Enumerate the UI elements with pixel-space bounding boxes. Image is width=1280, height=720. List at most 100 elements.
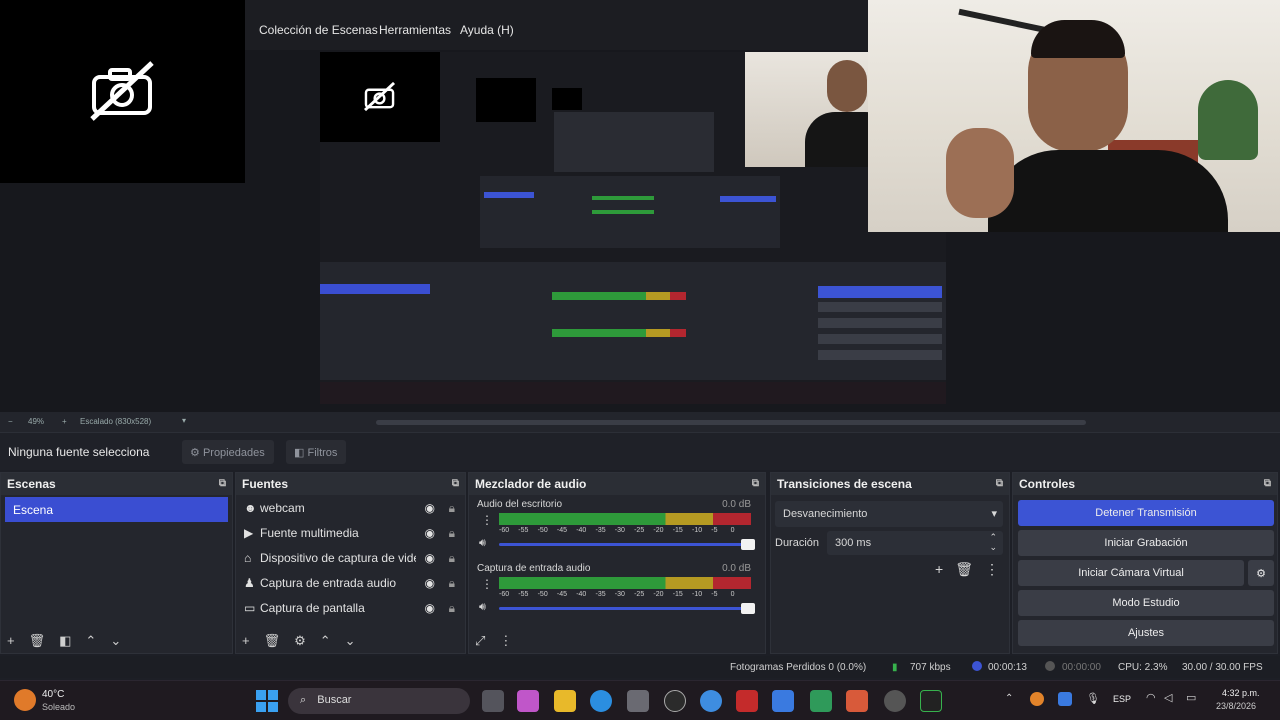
dock-float-icon[interactable]: ⧉ xyxy=(219,478,226,489)
start-virtual-camera-button[interactable]: Iniciar Cámara Virtual xyxy=(1018,560,1244,586)
eye-icon[interactable]: ◉ xyxy=(425,526,435,540)
remove-source-button[interactable]: 🗑 xyxy=(264,633,281,649)
meter-scale-label: -35 xyxy=(595,591,606,598)
preview-scrollbar[interactable] xyxy=(376,420,1086,425)
help-icon[interactable] xyxy=(700,690,722,712)
source-item[interactable]: ▭ Captura de pantalla ◉ 🔒︎ xyxy=(236,595,465,620)
properties-button[interactable]: ⚙ Propiedades xyxy=(182,440,274,464)
camera-app-icon[interactable] xyxy=(627,690,649,712)
nested-taskbar xyxy=(320,382,946,404)
source-item[interactable]: ⌂ Dispositivo de captura de video ◉ 🔒︎ xyxy=(236,545,465,570)
mixer-link-icon[interactable]: ⤢ xyxy=(475,633,485,649)
battery-icon[interactable]: ▭ xyxy=(1186,691,1196,704)
dock-float-icon[interactable]: ⧉ xyxy=(996,478,1003,489)
scale-dropdown-icon[interactable]: ▾ xyxy=(182,416,186,425)
sources-dock: Fuentes ⧉ ☻ webcam ◉ 🔒︎ ▶ Fuente multimedia ◉ 🔒… xyxy=(235,472,466,654)
studio-mode-button[interactable]: Modo Estudio xyxy=(1018,590,1274,616)
meter-scale-label: -5 xyxy=(711,591,718,598)
add-scene-button[interactable]: + xyxy=(7,633,15,649)
camera-icon: ⌂ xyxy=(244,551,252,565)
excel-icon[interactable] xyxy=(810,690,832,712)
move-down-button[interactable]: ⌄ xyxy=(110,633,121,649)
preview-canvas[interactable]: Colección de Escenas Herramientas Ayuda … xyxy=(0,0,1280,412)
lock-icon[interactable]: 🔒︎ xyxy=(449,601,455,616)
move-up-button[interactable]: ⌃ xyxy=(320,633,331,649)
dock-float-icon[interactable]: ⧉ xyxy=(1264,478,1271,489)
mixer-channel: Captura de entrada audio 0.0 dB ⋮ -60 -55 -50… xyxy=(469,563,765,623)
sources-toolbar: + 🗑 ⚙ ⌃ ⌄ xyxy=(242,633,356,649)
volume-slider-handle[interactable] xyxy=(741,603,755,614)
meter-scale-label: -25 xyxy=(634,527,645,534)
edge-browser-icon[interactable] xyxy=(590,690,612,712)
transition-select[interactable]: Desvanecimiento ▾ xyxy=(775,501,1003,527)
eye-icon[interactable]: ◉ xyxy=(425,601,435,615)
obs-icon[interactable] xyxy=(884,690,906,712)
source-item[interactable]: ☻ webcam ◉ 🔒︎ xyxy=(236,495,465,520)
eye-icon[interactable]: ◉ xyxy=(425,501,435,515)
microphone-icon[interactable]: 🎙 xyxy=(1086,692,1100,705)
source-item[interactable]: ▶ Fuente multimedia ◉ 🔒︎ xyxy=(236,520,465,545)
remove-transition-button[interactable]: 🗑 xyxy=(955,561,973,578)
spinner-arrows-icon[interactable]: ⌃ ⌄ xyxy=(989,532,997,552)
scene-filters-button[interactable]: ◧ xyxy=(59,633,71,649)
meter-scale-label: 0 xyxy=(730,527,735,534)
stop-stream-button[interactable]: Detener Transmisión xyxy=(1018,500,1274,526)
volume-slider-handle[interactable] xyxy=(741,539,755,550)
speaker-icon[interactable]: 🔊︎ xyxy=(479,601,486,614)
eye-icon[interactable]: ◉ xyxy=(425,551,435,565)
copilot-icon[interactable] xyxy=(517,690,539,712)
mail-icon[interactable] xyxy=(772,690,794,712)
mixer-menu-icon[interactable]: ⋮ xyxy=(499,633,512,649)
remove-scene-button[interactable]: 🗑 xyxy=(29,633,46,649)
wifi-icon[interactable]: ◠ xyxy=(1146,691,1156,704)
source-list: ☻ webcam ◉ 🔒︎ ▶ Fuente multimedia ◉ 🔒︎ ⌂ Disposit… xyxy=(236,495,465,620)
file-explorer-icon[interactable] xyxy=(554,690,576,712)
meter-scale-label: -55 xyxy=(518,527,529,534)
source-properties-button[interactable]: ⚙ xyxy=(294,633,306,649)
duration-spinbox[interactable]: 300 ms ⌃ ⌄ xyxy=(827,531,1003,555)
tray-app-icon[interactable] xyxy=(1030,692,1044,706)
move-down-button[interactable]: ⌄ xyxy=(345,633,356,649)
source-item[interactable]: ♟ Captura de entrada audio ◉ 🔒︎ xyxy=(236,570,465,595)
dock-float-icon[interactable]: ⧉ xyxy=(452,478,459,489)
meter-scale-label: -15 xyxy=(672,591,683,598)
windows-start-icon[interactable] xyxy=(256,690,278,712)
lock-icon[interactable]: 🔒︎ xyxy=(449,576,455,591)
speaker-icon[interactable]: 🔊︎ xyxy=(479,537,486,550)
lock-icon[interactable]: 🔒︎ xyxy=(449,526,455,541)
lock-icon[interactable]: 🔒︎ xyxy=(449,501,455,516)
meter-scale: -60 -55 -50 -45 -40 -35 -30 -25 -20 -15 -10 -5 0 xyxy=(499,527,751,537)
move-up-button[interactable]: ⌃ xyxy=(85,633,96,649)
mcafee-icon[interactable] xyxy=(736,690,758,712)
volume-icon[interactable]: ◁ xyxy=(1164,691,1172,704)
add-source-button[interactable]: + xyxy=(242,633,250,649)
channel-menu-icon[interactable]: ⋮ xyxy=(481,513,493,527)
hp-icon[interactable] xyxy=(664,690,686,712)
screen-capture-icon[interactable] xyxy=(920,690,942,712)
taskbar-search-box[interactable]: ⌕ Buscar xyxy=(288,688,470,714)
weather-icon[interactable] xyxy=(14,689,36,711)
transition-menu-icon[interactable]: ⋮ xyxy=(985,561,999,578)
clock-date[interactable]: 23/8/2026 xyxy=(1216,701,1256,711)
active-app-icon[interactable] xyxy=(846,690,868,712)
settings-button[interactable]: Ajustes xyxy=(1018,620,1274,646)
tray-cloud-icon[interactable] xyxy=(1058,692,1072,706)
channel-menu-icon[interactable]: ⋮ xyxy=(481,577,493,591)
eye-icon[interactable]: ◉ xyxy=(425,576,435,590)
lock-icon[interactable]: 🔒︎ xyxy=(449,551,455,566)
clock-time[interactable]: 4:32 p.m. xyxy=(1222,688,1260,698)
zoom-plus-button[interactable]: + xyxy=(62,417,67,426)
virtual-camera-settings-button[interactable]: ⚙ xyxy=(1248,560,1274,586)
add-transition-button[interactable]: + xyxy=(935,561,943,578)
scene-item[interactable]: Escena xyxy=(5,497,228,522)
meter-scale-label: -25 xyxy=(634,591,645,598)
tray-chevron-icon[interactable]: ⌃ xyxy=(1005,693,1013,704)
start-recording-button[interactable]: Iniciar Grabación xyxy=(1018,530,1274,556)
task-view-icon[interactable] xyxy=(482,690,504,712)
volume-slider[interactable] xyxy=(499,539,755,550)
language-indicator[interactable]: ESP xyxy=(1113,694,1131,704)
zoom-minus-button[interactable]: − xyxy=(8,417,13,426)
volume-slider[interactable] xyxy=(499,603,755,614)
filters-button[interactable]: ◧ Filtros xyxy=(286,440,346,464)
dock-float-icon[interactable]: ⧉ xyxy=(752,478,759,489)
